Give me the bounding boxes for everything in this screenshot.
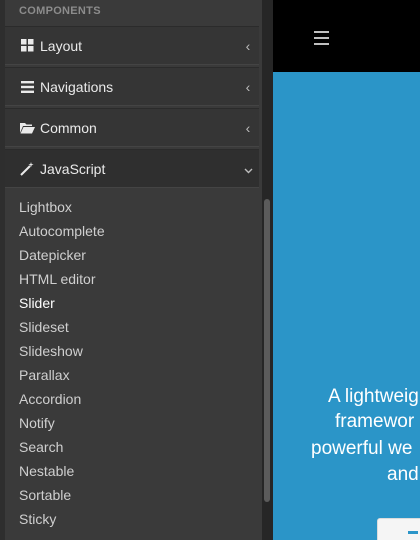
app-root: COMPONENTS Layout ‹ Navigations ‹ Common…	[0, 0, 420, 540]
folder-open-icon	[18, 122, 36, 134]
javascript-submenu: Lightbox Autocomplete Datepicker HTML ed…	[19, 198, 105, 534]
sidebar-section-header: COMPONENTS	[19, 5, 101, 17]
submenu-item-search[interactable]: Search	[19, 438, 105, 462]
submenu-item-accordion[interactable]: Accordion	[19, 390, 105, 414]
hero-text-line: framewor	[335, 411, 415, 432]
submenu-item-sticky[interactable]: Sticky	[19, 510, 105, 534]
nav-item-label: Navigations	[40, 78, 114, 95]
submenu-item-slider[interactable]: Slider	[19, 294, 105, 318]
hero-text-line: A lightweig	[328, 386, 419, 407]
magic-wand-icon	[18, 161, 36, 176]
chevron-left-icon: ‹	[245, 119, 251, 136]
submenu-item-html-editor[interactable]: HTML editor	[19, 270, 105, 294]
submenu-item-autocomplete[interactable]: Autocomplete	[19, 222, 105, 246]
nav-item-label: Layout	[40, 37, 83, 54]
submenu-item-datepicker[interactable]: Datepicker	[19, 246, 105, 270]
chevron-down-icon	[237, 161, 259, 177]
nav-item-common[interactable]: Common ‹	[5, 108, 259, 147]
nav-item-label: Common	[40, 119, 97, 136]
list-icon	[18, 80, 36, 93]
nav-item-javascript[interactable]: JavaScript	[5, 149, 259, 188]
hero-button[interactable]	[377, 518, 420, 540]
sidebar-scrollbar-thumb[interactable]	[264, 199, 270, 502]
nav-item-navigations[interactable]: Navigations ‹	[5, 67, 259, 106]
submenu-item-slideshow[interactable]: Slideshow	[19, 342, 105, 366]
nav-item-layout[interactable]: Layout ‹	[5, 26, 259, 65]
hamburger-menu-icon[interactable]	[314, 31, 329, 49]
sidebar: COMPONENTS Layout ‹ Navigations ‹ Common…	[0, 0, 262, 540]
submenu-item-notify[interactable]: Notify	[19, 414, 105, 438]
submenu-item-sortable[interactable]: Sortable	[19, 486, 105, 510]
submenu-item-lightbox[interactable]: Lightbox	[19, 198, 105, 222]
hero-text-line: powerful we	[311, 438, 413, 459]
chevron-left-icon: ‹	[245, 78, 251, 95]
nav-item-label: JavaScript	[40, 160, 106, 177]
main-content: A lightweig framewor powerful we and	[273, 0, 420, 540]
grid-icon	[18, 39, 36, 52]
submenu-item-nestable[interactable]: Nestable	[19, 462, 105, 486]
hero-text-line: and	[387, 464, 419, 485]
chevron-left-icon: ‹	[245, 37, 251, 54]
submenu-item-slideset[interactable]: Slideset	[19, 318, 105, 342]
top-navbar	[273, 0, 420, 72]
submenu-item-parallax[interactable]: Parallax	[19, 366, 105, 390]
